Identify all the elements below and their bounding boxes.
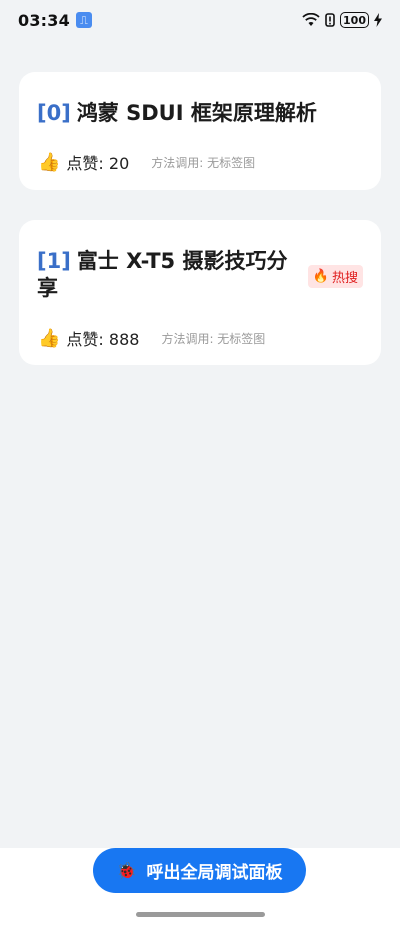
post-title: [0] 鸿蒙 SDUI 框架原理解析 (37, 100, 363, 127)
post-meta: 👍 点赞: 20 方法调用: 无标签图 (38, 150, 255, 174)
home-indicator[interactable] (136, 912, 265, 917)
usb-icon: ⎍ (75, 12, 92, 28)
status-right: 100 (302, 12, 382, 28)
status-bar: 03:34 ⎍ 100 (0, 0, 400, 40)
post-meta: 👍 点赞: 888 方法调用: 无标签图 (38, 326, 265, 350)
wifi-icon (302, 13, 320, 26)
battery-level: 100 (340, 12, 369, 28)
bug-icon: 🐞 (116, 861, 137, 880)
alert-icon (325, 13, 335, 27)
post-title-row: [0] 鸿蒙 SDUI 框架原理解析 (37, 100, 363, 127)
hot-badge-label: 热搜 (331, 271, 358, 286)
post-card[interactable]: [0] 鸿蒙 SDUI 框架原理解析 👍 点赞: 20 方法调用: 无标签图 (19, 72, 381, 190)
debug-button-label: 呼出全局调试面板 (146, 863, 283, 883)
post-card[interactable]: [1] 富士 X-T5 摄影技巧分享 🔥 热搜 👍 点赞: 888 方法调用: 无… (19, 220, 381, 365)
thumbs-up-icon: 👍 (38, 151, 61, 173)
like-count: 点赞: 20 (66, 154, 130, 173)
status-left: 03:34 ⎍ (18, 11, 92, 30)
status-time: 03:34 (18, 10, 70, 30)
fire-icon: 🔥 (312, 269, 329, 284)
open-debug-panel-button[interactable]: 🐞 呼出全局调试面板 (93, 848, 306, 893)
post-title-text: 鸿蒙 SDUI 框架原理解析 (76, 101, 317, 125)
post-title: [1] 富士 X-T5 摄影技巧分享 (37, 248, 302, 302)
thumbs-up-icon: 👍 (38, 327, 61, 349)
hot-badge: 🔥 热搜 (307, 265, 363, 288)
method-label: 方法调用: 无标签图 (161, 331, 266, 346)
post-title-text: 富士 X-T5 摄影技巧分享 (37, 249, 288, 300)
post-title-row: [1] 富士 X-T5 摄影技巧分享 🔥 热搜 (37, 248, 363, 302)
method-label: 方法调用: 无标签图 (151, 155, 256, 170)
post-index: [1] (37, 249, 71, 273)
like-count: 点赞: 888 (66, 330, 140, 349)
post-index: [0] (37, 101, 71, 125)
charging-icon (374, 13, 382, 27)
